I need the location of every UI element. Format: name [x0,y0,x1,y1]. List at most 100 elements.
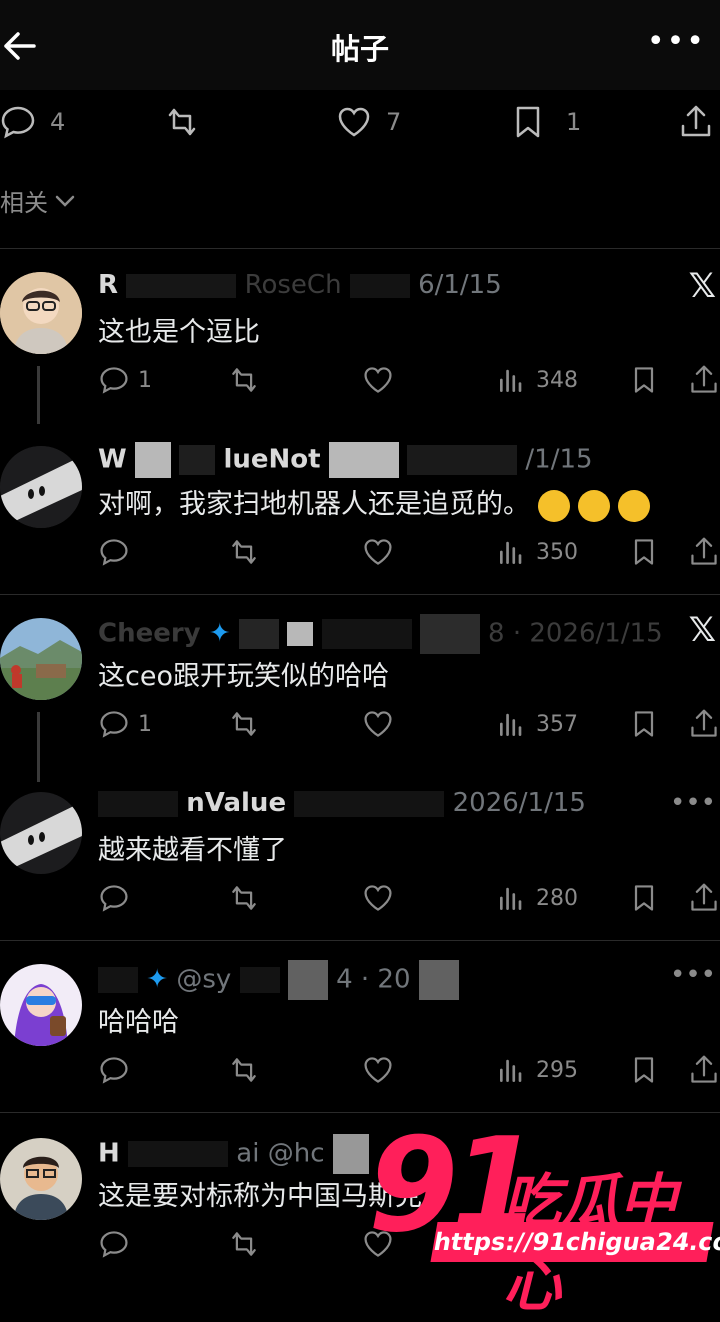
views-button[interactable]: 348 [496,360,578,400]
share-button[interactable] [688,1050,720,1090]
retweet-button[interactable] [228,878,260,918]
avatar[interactable] [0,446,82,528]
bookmark-button[interactable] [628,1050,660,1090]
avatar[interactable] [0,272,82,354]
reply-button[interactable] [98,878,130,918]
like-button[interactable] [362,878,394,918]
top-bar: 帖子 ••• [0,0,720,90]
post-date: 2026/1/15 [452,788,586,818]
bar-chart-icon [500,1059,522,1082]
reply-button[interactable] [98,532,138,572]
post-text-content: 对啊，我家扫地机器人还是追觅的。 [98,489,530,520]
reply-icon [100,539,128,566]
reply-button[interactable] [98,1050,130,1090]
post-date: 8 · 2026/1/15 [488,618,663,649]
more-options-icon[interactable]: ••• [670,788,716,818]
reply-icon [100,367,128,394]
views-button[interactable]: 350 [496,532,578,572]
post-actions: 1 348 [98,360,720,400]
view-count: 350 [536,539,578,565]
bookmark-icon [634,1057,654,1083]
reply-button[interactable]: 1 [98,360,152,400]
bookmark-button[interactable] [628,360,660,400]
retweet-button[interactable] [228,1224,260,1264]
retweet-button[interactable] [228,532,260,572]
related-toggle[interactable]: 相关 [0,183,78,218]
views-button[interactable]: 357 [496,704,578,744]
post-actions: 280 [98,878,720,918]
share-icon [691,365,717,393]
heart-icon [364,711,392,737]
heart-icon [364,1057,392,1083]
share-icon [691,883,717,911]
like-button[interactable] [362,360,394,400]
reply-button[interactable] [98,1224,130,1264]
bookmark-button[interactable] [628,704,660,744]
avatar[interactable] [0,1138,82,1220]
retweet-icon [168,108,196,136]
reply-count: 1 [138,711,152,737]
reply-count: 4 [50,108,66,136]
more-options-icon[interactable]: ••• [670,960,716,990]
avatar[interactable] [0,792,82,874]
x-logo-icon: 𝕏 [688,610,716,650]
reply-count: 1 [138,367,152,393]
view-count: 348 [536,367,578,393]
post-actions: 350 [98,532,720,572]
more-options-icon[interactable]: ••• [647,24,706,59]
thread-line [37,712,40,782]
bookmark-icon [634,885,654,911]
redacted-block [179,445,216,475]
redacted-block [98,967,138,993]
retweet-icon [232,1232,256,1256]
bookmark-icon [634,367,654,393]
share-button[interactable] [688,878,720,918]
bookmark-icon [634,539,654,565]
reply-icon [100,1231,128,1258]
verified-badge-icon: ✦ [146,964,169,995]
post-text: 哈哈哈 [98,1007,179,1038]
reply-icon [100,711,128,738]
redacted-block [294,790,445,817]
view-count: 357 [536,711,578,737]
avatar[interactable] [0,618,82,700]
reply-button[interactable]: 1 [98,704,152,744]
bookmark-count: 1 [566,108,582,136]
share-button[interactable] [678,98,714,146]
post-text: 这ceo跟开玩笑似的哈哈 [98,661,389,692]
redacted-block [419,614,480,654]
heart-icon [364,539,392,565]
watermark: 91 吃瓜中心 https://91chigua24.com [368,1120,720,1319]
avatar[interactable] [0,964,82,1046]
reply-icon [100,1057,128,1084]
like-button[interactable]: 7 [336,98,401,146]
watermark-url: https://91chigua24.com [430,1222,720,1262]
share-button[interactable] [688,360,720,400]
redacted-block [328,442,399,478]
bookmark-button[interactable] [628,878,660,918]
reply-button[interactable]: 4 [0,98,65,146]
share-button[interactable] [688,704,720,744]
retweet-button[interactable] [228,360,260,400]
like-button[interactable] [362,704,394,744]
share-button[interactable] [688,532,720,572]
reply-icon [1,106,35,139]
views-button[interactable]: 295 [496,1050,578,1090]
handle: ai @hc [236,1138,325,1169]
sad-face-emoji-icon [538,489,570,522]
display-name-fragment: nValue [186,788,287,818]
bookmark-button[interactable]: 1 [510,98,581,146]
redacted-block [98,790,178,817]
redacted-block [407,445,518,475]
views-button[interactable]: 280 [496,878,578,918]
like-button[interactable] [362,1050,394,1090]
retweet-button[interactable] [228,704,260,744]
retweet-button[interactable] [164,98,200,146]
retweet-button[interactable] [228,1050,260,1090]
display-name: H [98,1138,120,1169]
handle: @sy [176,964,232,995]
bookmark-icon [634,711,654,737]
bookmark-button[interactable] [628,532,660,572]
like-button[interactable] [362,532,394,572]
display-name-fragment: lueNot [223,444,321,475]
